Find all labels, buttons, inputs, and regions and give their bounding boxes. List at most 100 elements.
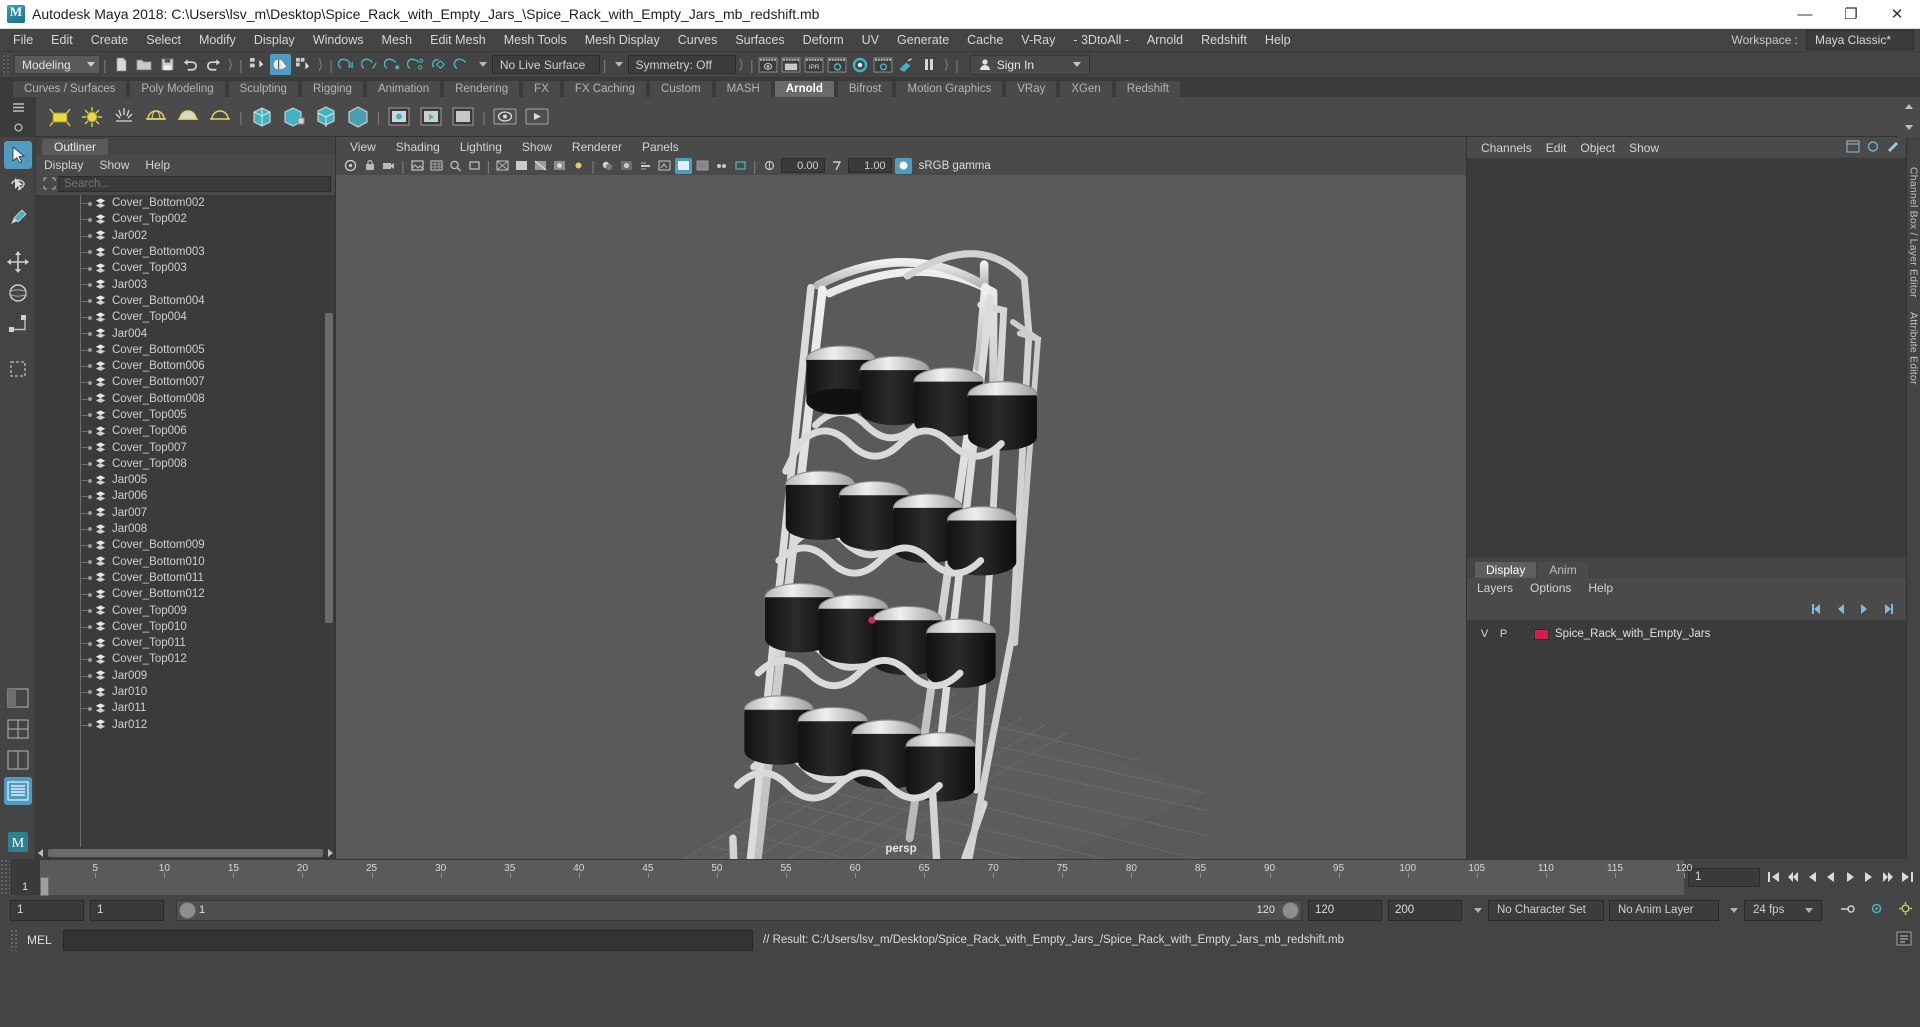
shelf-side-buttons[interactable] — [0, 97, 36, 137]
range-end-field[interactable]: 120 — [1308, 899, 1382, 921]
play-forwards-icon[interactable] — [1841, 869, 1858, 886]
statusline-gripper[interactable] — [2, 53, 11, 76]
range-slider[interactable]: 1 120 — [176, 899, 1302, 921]
open-scene-icon[interactable] — [134, 54, 155, 75]
outliner-tab[interactable]: Outliner — [42, 139, 109, 155]
tree-node-dot[interactable] — [88, 429, 92, 434]
scroll-left-arrow-icon[interactable] — [36, 847, 46, 859]
xray-icon[interactable] — [694, 158, 711, 174]
arnold-open-render-view-icon[interactable] — [492, 104, 518, 130]
make-live-icon[interactable] — [452, 54, 473, 75]
shelf-tab-motion-graphics[interactable]: Motion Graphics — [895, 80, 1004, 97]
outliner-item[interactable]: Cover_Bottom008 — [36, 391, 335, 407]
shelf-tab-vray[interactable]: VRay — [1005, 80, 1058, 97]
go-to-start-icon[interactable] — [1765, 869, 1782, 886]
outliner-item[interactable]: Jar005 — [36, 472, 335, 488]
animation-preferences-icon[interactable] — [1868, 901, 1885, 919]
paint-select-tool[interactable] — [4, 203, 32, 231]
menu-item-generate[interactable]: Generate — [888, 29, 958, 52]
shadows-icon[interactable] — [599, 158, 616, 174]
search-input[interactable] — [58, 175, 331, 192]
outliner-item[interactable]: Cover_Top002 — [36, 211, 335, 227]
shelf-tab-rendering[interactable]: Rendering — [443, 80, 521, 97]
2d-pan-zoom-icon[interactable] — [447, 158, 464, 174]
arnold-scene-source-icon[interactable] — [313, 104, 339, 130]
outliner-item[interactable]: Jar012 — [36, 717, 335, 733]
menu-item-arnold[interactable]: Arnold — [1138, 29, 1192, 52]
arnold-tx-manager-icon[interactable] — [450, 104, 476, 130]
arnold-point-light-icon[interactable] — [79, 104, 105, 130]
layout-four-view-icon[interactable] — [4, 746, 32, 774]
lighting-icon[interactable] — [570, 158, 587, 174]
command-line-gripper[interactable] — [10, 929, 19, 951]
shelf-scroll-buttons[interactable] — [1898, 97, 1920, 137]
pause-icon[interactable] — [919, 54, 940, 75]
tree-node-dot[interactable] — [88, 217, 92, 222]
step-forward-frame-icon[interactable] — [1860, 869, 1877, 886]
layer-last-icon[interactable] — [1878, 601, 1896, 617]
outliner-item[interactable]: Cover_Bottom006 — [36, 358, 335, 374]
shelf-tab-animation[interactable]: Animation — [365, 80, 442, 97]
shaded-wireframe-icon[interactable] — [532, 158, 549, 174]
outliner-item[interactable]: Cover_Top003 — [36, 260, 335, 276]
outliner-item[interactable]: Jar002 — [36, 228, 335, 244]
screen-space-ao-icon[interactable] — [618, 158, 635, 174]
menu-item-deform[interactable]: Deform — [794, 29, 853, 52]
menu-item-mesh-display[interactable]: Mesh Display — [576, 29, 669, 52]
render-view-icon[interactable] — [873, 54, 894, 75]
layout-outliner-persp-icon[interactable] — [4, 684, 32, 712]
outliner-item[interactable]: Cover_Bottom004 — [36, 293, 335, 309]
shelf-tab-xgen[interactable]: XGen — [1059, 80, 1113, 97]
range-start-handle[interactable] — [179, 901, 196, 919]
tree-node-dot[interactable] — [88, 201, 92, 206]
attribute-editor-toggle-icon[interactable] — [1866, 140, 1880, 156]
menu-item-display[interactable]: Display — [245, 29, 304, 52]
shelf-tab-rigging[interactable]: Rigging — [300, 80, 364, 97]
range-start-field[interactable]: 1 — [90, 899, 164, 921]
outliner-item[interactable]: Cover_Bottom009 — [36, 537, 335, 553]
chevron-down-icon[interactable] — [478, 62, 487, 67]
gamma-icon[interactable] — [828, 158, 845, 174]
outliner-vertical-scrollbar[interactable] — [325, 195, 333, 845]
shelf-tab-arnold[interactable]: Arnold — [773, 80, 835, 97]
layer-menu-options[interactable]: Options — [1530, 581, 1571, 595]
channelbox-menu-edit[interactable]: Edit — [1546, 141, 1567, 155]
tree-node-dot[interactable] — [88, 706, 92, 711]
tree-node-dot[interactable] — [88, 641, 92, 646]
menu-item-windows[interactable]: Windows — [304, 29, 373, 52]
chevron-down-icon[interactable] — [614, 62, 623, 67]
select-component-icon[interactable] — [293, 54, 314, 75]
menu-item-surfaces[interactable]: Surfaces — [726, 29, 793, 52]
shelf-tab-curves-surfaces[interactable]: Curves / Surfaces — [12, 80, 128, 97]
arnold-mesh-light-icon[interactable] — [175, 104, 201, 130]
exposure-icon[interactable] — [761, 158, 778, 174]
menu-item-v-ray[interactable]: V-Ray — [1012, 29, 1064, 52]
arnold-area-light-icon[interactable] — [47, 104, 73, 130]
outliner-item[interactable]: Cover_Top005 — [36, 407, 335, 423]
tool-settings-toggle-icon[interactable] — [1886, 140, 1900, 156]
lasso-select-tool[interactable] — [4, 172, 32, 200]
arnold-skydome-light-icon[interactable] — [143, 104, 169, 130]
fps-dropdown[interactable]: 24 fps — [1744, 899, 1822, 921]
new-scene-icon[interactable] — [111, 54, 132, 75]
select-tool[interactable] — [3, 141, 32, 169]
outliner-item[interactable]: Cover_Top008 — [36, 456, 335, 472]
arnold-distant-light-icon[interactable] — [111, 104, 137, 130]
anim-layer-dropdown[interactable]: No Anim Layer — [1609, 899, 1719, 921]
shelf-tab-bifrost[interactable]: Bifrost — [836, 80, 894, 97]
snap-projected-center-icon[interactable] — [406, 54, 427, 75]
chevron-down-icon[interactable] — [1474, 907, 1482, 913]
display-layer-row[interactable]: V P Spice_Rack_with_Empty_Jars — [1467, 625, 1906, 643]
grid-toggle-icon[interactable] — [428, 158, 445, 174]
multisample-icon[interactable] — [656, 158, 673, 174]
outliner-item[interactable]: Cover_Top012 — [36, 651, 335, 667]
tree-node-dot[interactable] — [88, 266, 92, 271]
tree-node-dot[interactable] — [88, 282, 92, 287]
arnold-play-icon[interactable] — [524, 104, 550, 130]
viewport-menu-shading[interactable]: Shading — [396, 140, 440, 154]
outliner-item[interactable]: Cover_Top011 — [36, 635, 335, 651]
outliner-item[interactable]: Cover_Bottom003 — [36, 244, 335, 260]
layer-tab-display[interactable]: Display — [1475, 562, 1537, 578]
menu-item-select[interactable]: Select — [137, 29, 190, 52]
outliner-menu-show[interactable]: Show — [99, 158, 129, 172]
